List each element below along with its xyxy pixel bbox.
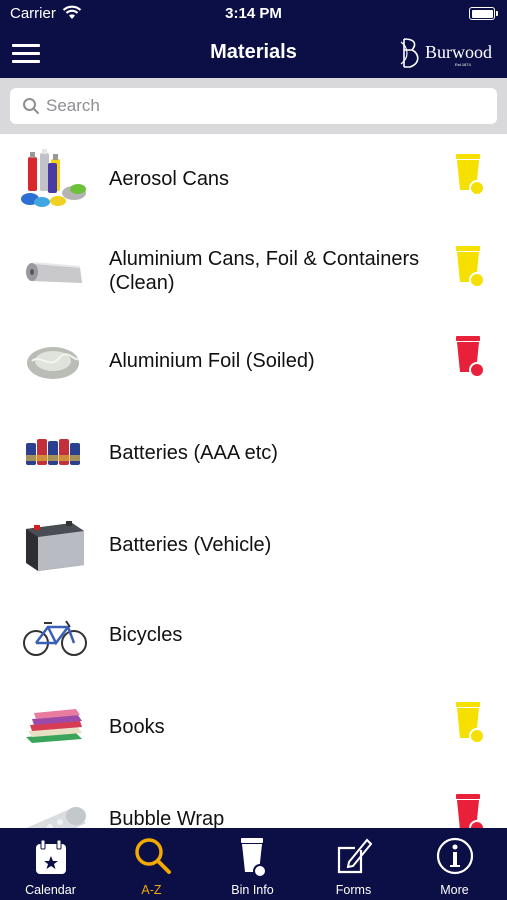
list-item-aluminium-cans[interactable]: Aluminium Cans, Foil & Containers (Clean…: [0, 226, 507, 316]
material-name: Aluminium Foil (Soiled): [109, 350, 315, 372]
tab-bar: Calendar A-Z Bin Info Forms More: [0, 828, 507, 900]
search-field[interactable]: [10, 88, 497, 124]
material-name: Aerosol Cans: [109, 168, 230, 190]
books-icon: [26, 709, 82, 743]
list-item-batteries-vehicle[interactable]: Batteries (Vehicle): [0, 500, 507, 590]
tab-label: More: [440, 883, 469, 897]
status-bar: Carrier 3:14 PM: [0, 0, 507, 30]
logo-wordmark: Burwood: [425, 42, 492, 62]
material-name: Bicycles: [109, 624, 183, 646]
tab-a-z[interactable]: A-Z: [101, 828, 202, 900]
material-name: Batteries (Vehicle): [109, 534, 272, 556]
yellow-bin-icon: [456, 702, 485, 744]
edit-form-icon: [337, 838, 373, 874]
material-name: Batteries (AAA etc): [109, 442, 278, 464]
material-name: Bubble Wrap: [109, 808, 225, 828]
bicycle-icon: [23, 620, 87, 656]
tab-label: Forms: [335, 883, 372, 897]
red-bin-icon: [456, 336, 485, 378]
aerosol-cans-icon: [21, 149, 86, 207]
batteries-icon: [26, 439, 80, 465]
burwood-b-icon: [400, 38, 419, 68]
list-item-books[interactable]: Books: [0, 682, 507, 772]
list-item-aerosol-cans[interactable]: Aerosol Cans: [0, 134, 507, 224]
calendar-icon: [36, 839, 66, 874]
battery-icon: [469, 7, 498, 20]
search-icon: [23, 98, 39, 114]
aluminium-foil-roll-icon: [26, 262, 82, 283]
material-name: Aluminium Cans, Foil & Containers (Clean…: [109, 248, 420, 294]
nav-bar: Materials Burwood Est.1874: [0, 30, 507, 78]
tab-calendar[interactable]: Calendar: [0, 828, 101, 900]
tab-forms[interactable]: Forms: [303, 828, 404, 900]
list-item-aluminium-foil-soiled[interactable]: Aluminium Foil (Soiled): [0, 316, 507, 406]
car-battery-icon: [26, 521, 84, 571]
soiled-foil-icon: [27, 347, 79, 379]
tab-more[interactable]: More: [404, 828, 505, 900]
magnifier-icon: [135, 838, 171, 874]
clock-time: 3:14 PM: [225, 5, 282, 22]
red-bin-icon: [456, 794, 485, 828]
material-name: Books: [109, 716, 165, 738]
tab-label: Bin Info: [231, 883, 274, 897]
list-item-bicycles[interactable]: Bicycles: [0, 590, 507, 680]
list-item-bubble-wrap[interactable]: Bubble Wrap: [0, 774, 507, 828]
tab-bin-info[interactable]: Bin Info: [202, 828, 303, 900]
info-icon: [436, 837, 474, 875]
yellow-bin-icon: [456, 246, 485, 288]
tab-label: A-Z: [141, 883, 162, 897]
tab-label: Calendar: [25, 883, 76, 897]
bubble-wrap-icon: [26, 807, 86, 828]
materials-list: Aerosol Cans Aluminium Cans, Foil & Cont…: [0, 134, 507, 828]
list-item-batteries-aaa[interactable]: Batteries (AAA etc): [0, 408, 507, 498]
yellow-bin-icon: [456, 154, 485, 196]
search-input[interactable]: [46, 94, 486, 118]
wheelie-bin-icon: [241, 838, 267, 878]
logo-subtext: Est.1874: [455, 62, 471, 67]
burwood-logo: Burwood Est.1874: [399, 36, 499, 70]
search-bar-container: [0, 78, 507, 134]
